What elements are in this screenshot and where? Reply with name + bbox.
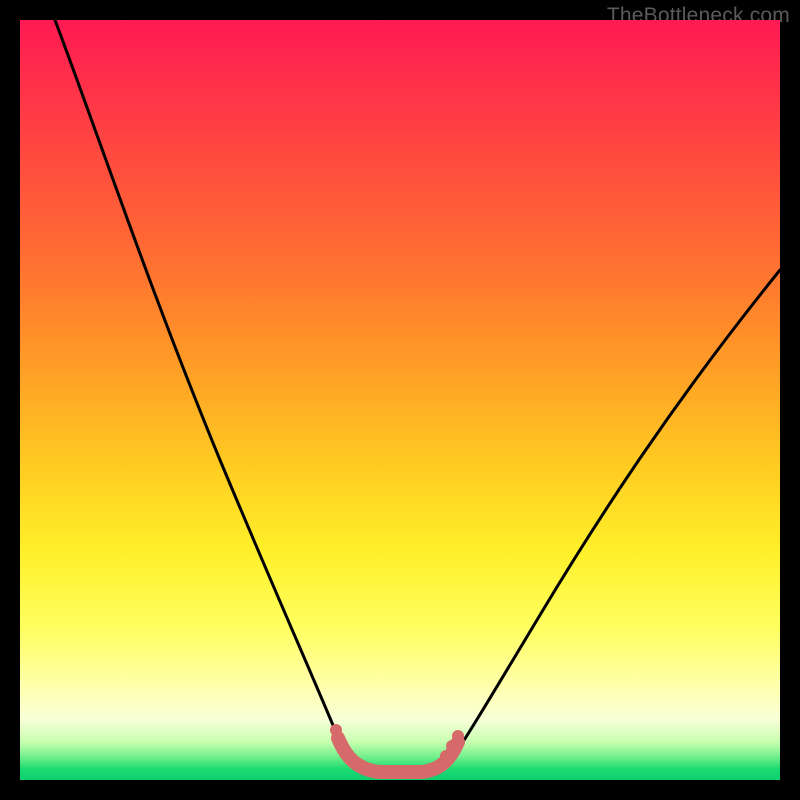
valley-dot (346, 754, 358, 766)
valley-highlight (338, 738, 458, 772)
chart-stage: TheBottleneck.com (0, 0, 800, 800)
valley-dot (446, 740, 458, 752)
valley-dot (330, 724, 342, 736)
curve-overlay (20, 20, 780, 780)
valley-dot (336, 738, 348, 750)
line-right-curve (448, 270, 780, 765)
plot-area (20, 20, 780, 780)
valley-dot (452, 730, 464, 742)
valley-dot (440, 750, 452, 762)
line-left-curve (55, 20, 352, 767)
